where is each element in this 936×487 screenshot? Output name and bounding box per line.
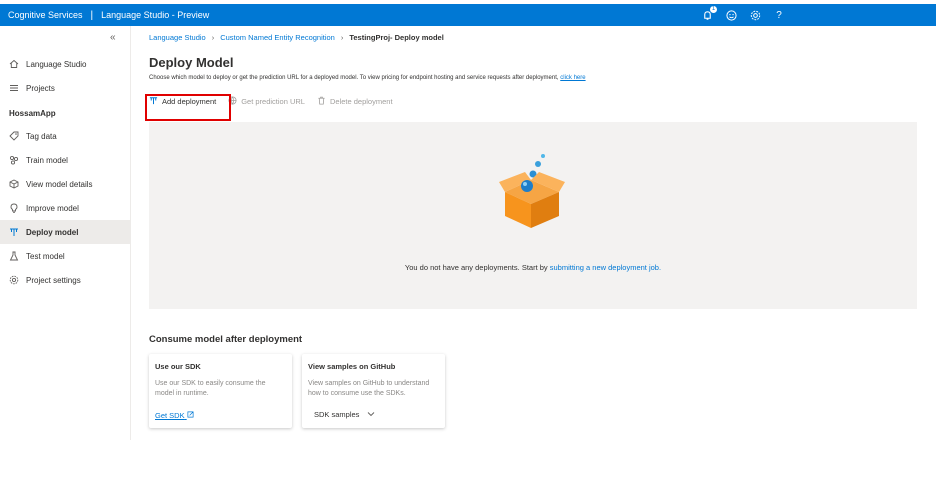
sidebar-item-label: Language Studio [26, 59, 87, 69]
sidebar-item-label: Test model [26, 251, 65, 261]
breadcrumb-custom-ner[interactable]: Custom Named Entity Recognition [220, 33, 335, 42]
delete-deployment-button[interactable]: Delete deployment [317, 96, 393, 107]
empty-state-message: You do not have any deployments. Start b… [149, 263, 917, 272]
feedback-icon[interactable] [724, 8, 738, 22]
sidebar-item-project-settings[interactable]: Project settings [0, 268, 131, 292]
deploy-icon [9, 227, 19, 237]
page-description: Choose which model to deploy or get the … [149, 75, 586, 81]
chevron-right-icon: › [211, 33, 215, 42]
sdk-card-description: Use our SDK to easily consume the model … [155, 380, 266, 397]
sidebar-item-label: Tag data [26, 131, 57, 141]
gear-icon [9, 275, 19, 285]
lightbulb-icon [9, 203, 19, 213]
collapse-sidebar-icon[interactable]: « [110, 32, 116, 43]
settings-icon[interactable] [748, 8, 762, 22]
sidebar-item-test-model[interactable]: Test model [0, 244, 131, 268]
help-icon[interactable]: ? [772, 8, 786, 22]
sidebar-item-deploy-model[interactable]: Deploy model [0, 220, 131, 244]
consume-section-title: Consume model after deployment [149, 334, 303, 345]
sdk-samples-dropdown[interactable]: SDK samples [314, 410, 375, 420]
breadcrumb-current: TestingProj- Deploy model [349, 33, 444, 42]
notification-icon[interactable]: 1 [700, 6, 717, 22]
add-deployment-highlight [145, 94, 231, 121]
github-card-description: View samples on GitHub to understand how… [308, 380, 430, 397]
sidebar-item-tag-data[interactable]: Tag data [0, 124, 131, 148]
pricing-link[interactable]: click here [560, 75, 585, 81]
box-icon [9, 179, 19, 189]
submit-deployment-link[interactable]: submitting a new deployment job. [550, 263, 661, 272]
sdk-card: Use our SDK Use our SDK to easily consum… [149, 354, 292, 428]
page-title: Deploy Model [149, 55, 234, 70]
github-samples-card: View samples on GitHub View samples on G… [302, 354, 445, 428]
deployments-empty-panel: You do not have any deployments. Start b… [149, 122, 917, 309]
sdk-card-title: Use our SDK [155, 362, 201, 371]
home-icon [9, 59, 19, 69]
sidebar-item-train-model[interactable]: Train model [0, 148, 131, 172]
app-title[interactable]: Language Studio - Preview [101, 10, 209, 20]
sidebar-item-label: Train model [26, 155, 68, 165]
chevron-down-icon [367, 410, 375, 420]
get-sdk-link[interactable]: Get SDK [155, 411, 194, 420]
project-group-label: HossamApp [9, 109, 56, 118]
train-icon [9, 155, 19, 165]
delete-deployment-label: Delete deployment [329, 97, 393, 106]
empty-box-illustration [499, 154, 565, 228]
page-description-text: Choose which model to deploy or get the … [149, 75, 559, 81]
sidebar-item-label: Deploy model [26, 227, 79, 237]
breadcrumb-language-studio[interactable]: Language Studio [149, 33, 206, 42]
get-prediction-url-button[interactable]: Get prediction URL [228, 96, 305, 107]
empty-state-text: You do not have any deployments. Start b… [404, 263, 548, 272]
sidebar-item-view-model-details[interactable]: View model details [0, 172, 131, 196]
tag-icon [9, 131, 19, 141]
sidebar-item-projects[interactable]: Projects [0, 76, 131, 100]
sidebar-item-label: Projects [26, 83, 55, 93]
list-icon [9, 83, 19, 93]
chevron-right-icon: › [340, 33, 344, 42]
sidebar-item-improve-model[interactable]: Improve model [0, 196, 131, 220]
github-card-title: View samples on GitHub [308, 362, 396, 371]
notification-badge: 1 [710, 6, 717, 13]
flask-icon [9, 251, 19, 261]
top-bar: Cognitive Services | Language Studio - P… [0, 4, 936, 26]
sidebar-item-label: Project settings [26, 275, 81, 285]
sdk-samples-label: SDK samples [314, 410, 360, 419]
get-sdk-label: Get SDK [155, 411, 185, 420]
external-link-icon [187, 411, 194, 420]
breadcrumb: Language Studio › Custom Named Entity Re… [149, 33, 444, 42]
title-separator: | [90, 9, 94, 21]
topbar-icons: 1 ? [700, 4, 786, 26]
trash-icon [317, 96, 326, 107]
get-prediction-url-label: Get prediction URL [241, 97, 305, 106]
sidebar-item-label: Improve model [26, 203, 79, 213]
service-name[interactable]: Cognitive Services [0, 10, 83, 20]
sidebar-item-language-studio[interactable]: Language Studio [0, 52, 131, 76]
sidebar-item-label: View model details [26, 179, 93, 189]
sidebar: « Language Studio Projects HossamApp Tag… [0, 26, 131, 440]
